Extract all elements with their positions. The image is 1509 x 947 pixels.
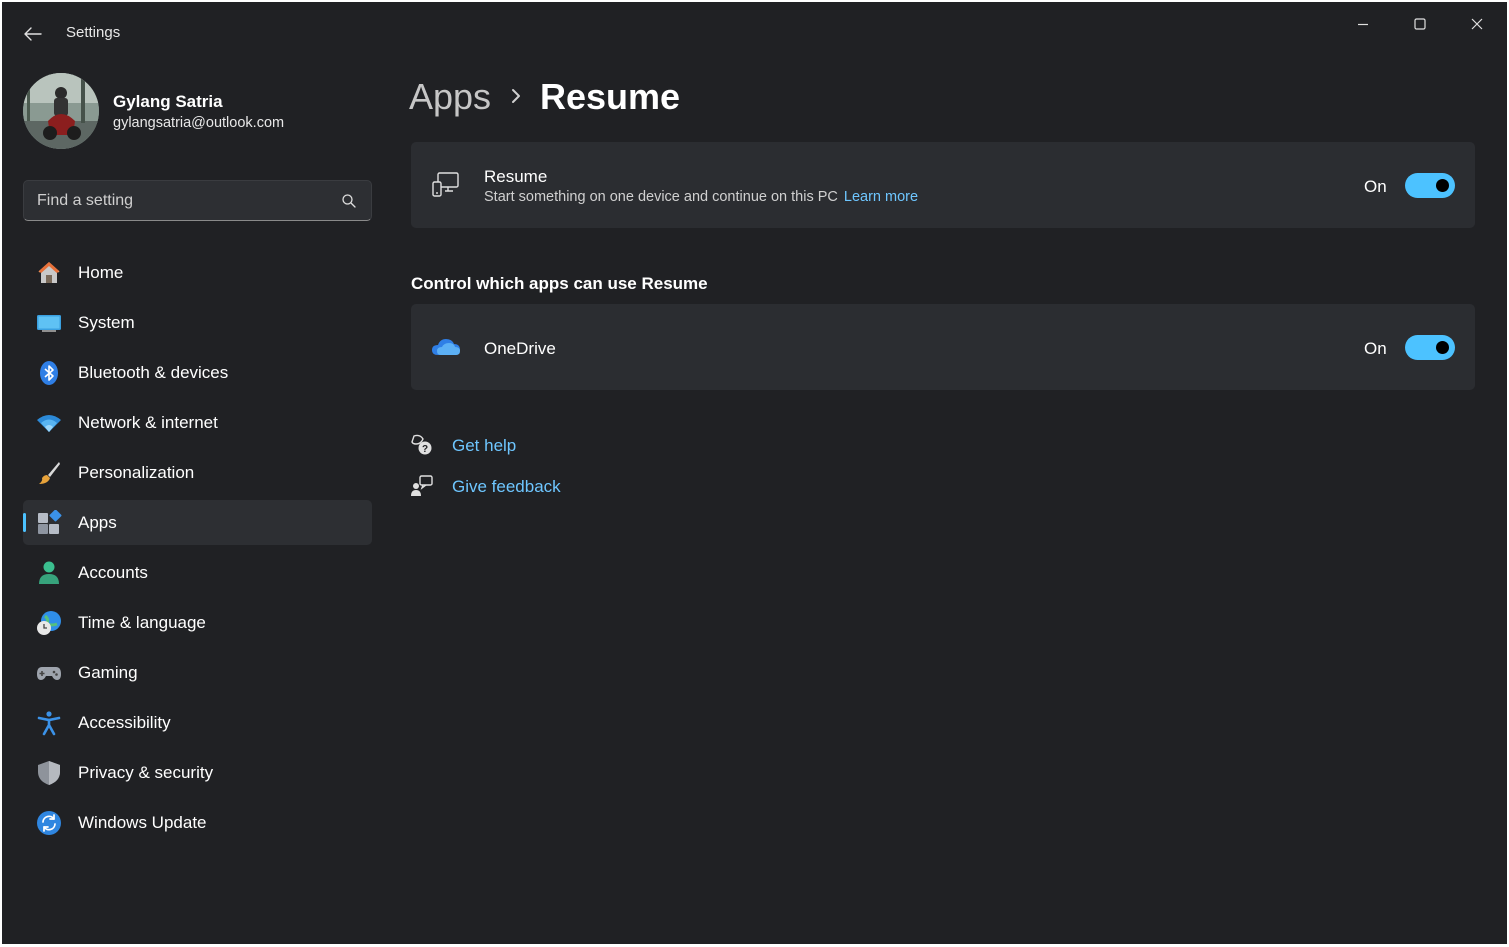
sidebar-item-personalization[interactable]: Personalization bbox=[23, 450, 372, 495]
person-icon bbox=[36, 560, 62, 586]
sidebar-item-network[interactable]: Network & internet bbox=[23, 400, 372, 445]
close-icon bbox=[1471, 18, 1483, 30]
sidebar-item-label: Gaming bbox=[78, 663, 138, 682]
bluetooth-icon bbox=[36, 360, 62, 386]
sidebar-item-windows-update[interactable]: Windows Update bbox=[23, 800, 372, 845]
onedrive-toggle[interactable] bbox=[1405, 335, 1455, 360]
globe-clock-icon bbox=[36, 610, 62, 636]
resume-toggle[interactable] bbox=[1405, 173, 1455, 198]
settings-window: Settings Gylang Satria gylangsatria@outl… bbox=[2, 2, 1507, 944]
app-name: OneDrive bbox=[484, 339, 556, 358]
close-button[interactable] bbox=[1454, 10, 1500, 38]
user-name: Gylang Satria bbox=[113, 92, 223, 111]
accessibility-icon bbox=[36, 710, 62, 736]
sidebar-item-privacy[interactable]: Privacy & security bbox=[23, 750, 372, 795]
chevron-right-icon bbox=[512, 89, 520, 103]
minimize-button[interactable] bbox=[1340, 10, 1386, 38]
get-help-label[interactable]: Get help bbox=[452, 436, 516, 456]
help-chat-icon: ? bbox=[411, 434, 432, 455]
system-icon bbox=[36, 310, 62, 336]
sidebar-item-system[interactable]: System bbox=[23, 300, 372, 345]
feedback-icon bbox=[411, 475, 433, 496]
sidebar-item-label: Network & internet bbox=[78, 413, 218, 432]
sidebar-item-gaming[interactable]: Gaming bbox=[23, 650, 372, 695]
shield-icon bbox=[36, 760, 62, 786]
user-email: gylangsatria@outlook.com bbox=[113, 115, 285, 131]
search-box[interactable] bbox=[23, 180, 372, 221]
title-bar: Settings bbox=[2, 2, 1507, 50]
apps-icon bbox=[36, 510, 62, 536]
sidebar-item-label: Time & language bbox=[78, 613, 206, 632]
minimize-icon bbox=[1358, 23, 1368, 26]
sidebar-item-label: System bbox=[78, 313, 135, 332]
breadcrumb-parent[interactable]: Apps bbox=[409, 76, 491, 118]
sidebar-item-bluetooth[interactable]: Bluetooth & devices bbox=[23, 350, 372, 395]
toggle-knob bbox=[1436, 341, 1449, 354]
toggle-knob bbox=[1436, 179, 1449, 192]
resume-setting-card: Resume Start something on one device and… bbox=[411, 142, 1475, 228]
sidebar-item-accounts[interactable]: Accounts bbox=[23, 550, 372, 595]
sidebar-item-label: Accessibility bbox=[78, 713, 171, 732]
page-title: Resume bbox=[540, 76, 681, 117]
wifi-icon bbox=[36, 410, 62, 436]
sidebar-item-apps[interactable]: Apps bbox=[23, 500, 372, 545]
back-button[interactable] bbox=[20, 22, 46, 46]
selection-indicator bbox=[23, 513, 26, 532]
brush-icon bbox=[36, 460, 62, 486]
sidebar-item-accessibility[interactable]: Accessibility bbox=[23, 700, 372, 745]
sidebar-nav: Home System Bluetooth & devices Network … bbox=[23, 250, 372, 850]
description-text: Start something on one device and contin… bbox=[484, 189, 838, 205]
devices-icon bbox=[432, 172, 459, 197]
setting-description: Start something on one device and contin… bbox=[484, 189, 918, 205]
sidebar-item-label: Accounts bbox=[78, 563, 148, 582]
app-title: Settings bbox=[66, 24, 121, 41]
arrow-left-icon bbox=[24, 27, 42, 41]
avatar-photo bbox=[23, 73, 99, 149]
section-heading: Control which apps can use Resume bbox=[411, 274, 708, 293]
update-icon bbox=[36, 810, 62, 836]
setting-title: Resume bbox=[484, 167, 548, 186]
svg-text:?: ? bbox=[422, 444, 428, 455]
sidebar-item-label: Windows Update bbox=[78, 813, 207, 832]
sidebar-item-time-language[interactable]: Time & language bbox=[23, 600, 372, 645]
sidebar-item-home[interactable]: Home bbox=[23, 250, 372, 295]
maximize-icon bbox=[1414, 18, 1426, 30]
home-icon bbox=[36, 260, 62, 286]
gamepad-icon bbox=[36, 660, 62, 686]
sidebar-item-label: Privacy & security bbox=[78, 763, 214, 782]
onedrive-app-card: OneDrive On bbox=[411, 304, 1475, 390]
sidebar-item-label: Bluetooth & devices bbox=[78, 363, 229, 382]
sidebar-item-label: Apps bbox=[78, 513, 117, 532]
toggle-state-label: On bbox=[1364, 177, 1387, 196]
learn-more-link[interactable]: Learn more bbox=[844, 189, 918, 205]
onedrive-icon bbox=[432, 339, 460, 355]
toggle-state-label: On bbox=[1364, 339, 1387, 358]
search-icon[interactable] bbox=[341, 193, 357, 209]
sidebar-item-label: Home bbox=[78, 263, 124, 282]
maximize-button[interactable] bbox=[1397, 10, 1443, 38]
avatar[interactable] bbox=[23, 73, 99, 149]
search-input[interactable] bbox=[24, 181, 324, 220]
give-feedback-label[interactable]: Give feedback bbox=[452, 477, 561, 497]
sidebar-item-label: Personalization bbox=[78, 463, 195, 482]
